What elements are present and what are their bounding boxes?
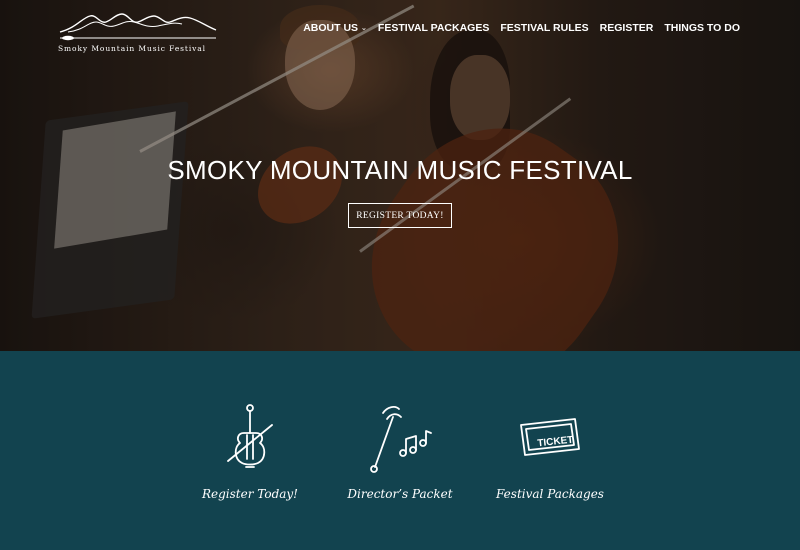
nav-item-label: FESTIVAL PACKAGES (377, 22, 490, 34)
nav-item-label: FESTIVAL RULES (500, 22, 589, 34)
feature-label: Register Today! (201, 487, 299, 501)
violin-icon (227, 404, 273, 468)
nav-item-label: ABOUT US (303, 22, 359, 34)
site-logo[interactable]: Smoky Mountain Music Festival (58, 8, 218, 56)
feature-directors-packet[interactable]: Director’s Packet (330, 403, 470, 501)
register-today-button[interactable]: REGISTER TODAY! (348, 203, 452, 228)
hero-section: Smoky Mountain Music Festival ABOUT US ⌄… (0, 0, 800, 351)
nav-item-label: REGISTER (599, 22, 654, 34)
nav-item-things-to-do[interactable]: THINGS TO DO (664, 22, 740, 34)
nav-item-register[interactable]: REGISTER (600, 22, 654, 34)
feature-festival-packages[interactable]: TICKET Festival Packages (480, 403, 620, 501)
nav-item-festival-rules[interactable]: FESTIVAL RULES (500, 22, 588, 34)
hero-title: SMOKY MOUNTAIN MUSIC FESTIVAL (167, 155, 633, 185)
conductor-baton-icon (370, 406, 432, 473)
feature-register-today[interactable]: Register Today! (180, 403, 320, 501)
feature-label: Director’s Packet (347, 487, 453, 501)
nav-item-festival-packages[interactable]: FESTIVAL PACKAGES (378, 22, 489, 34)
ticket-icon: TICKET (520, 418, 580, 456)
main-nav: ABOUT US ⌄ FESTIVAL PACKAGES FESTIVAL RU… (303, 22, 740, 34)
feature-label: Festival Packages (496, 487, 604, 501)
nav-item-label: THINGS TO DO (664, 22, 740, 34)
features-section: Register Today! Director’s Packet TICKET… (0, 351, 800, 550)
nav-item-about-us[interactable]: ABOUT US ⌄ (303, 22, 367, 34)
chevron-down-icon: ⌄ (361, 25, 367, 32)
logo-text: Smoky Mountain Music Festival (58, 44, 206, 53)
mountain-logo-icon (59, 13, 217, 41)
svg-text:TICKET: TICKET (537, 435, 574, 450)
